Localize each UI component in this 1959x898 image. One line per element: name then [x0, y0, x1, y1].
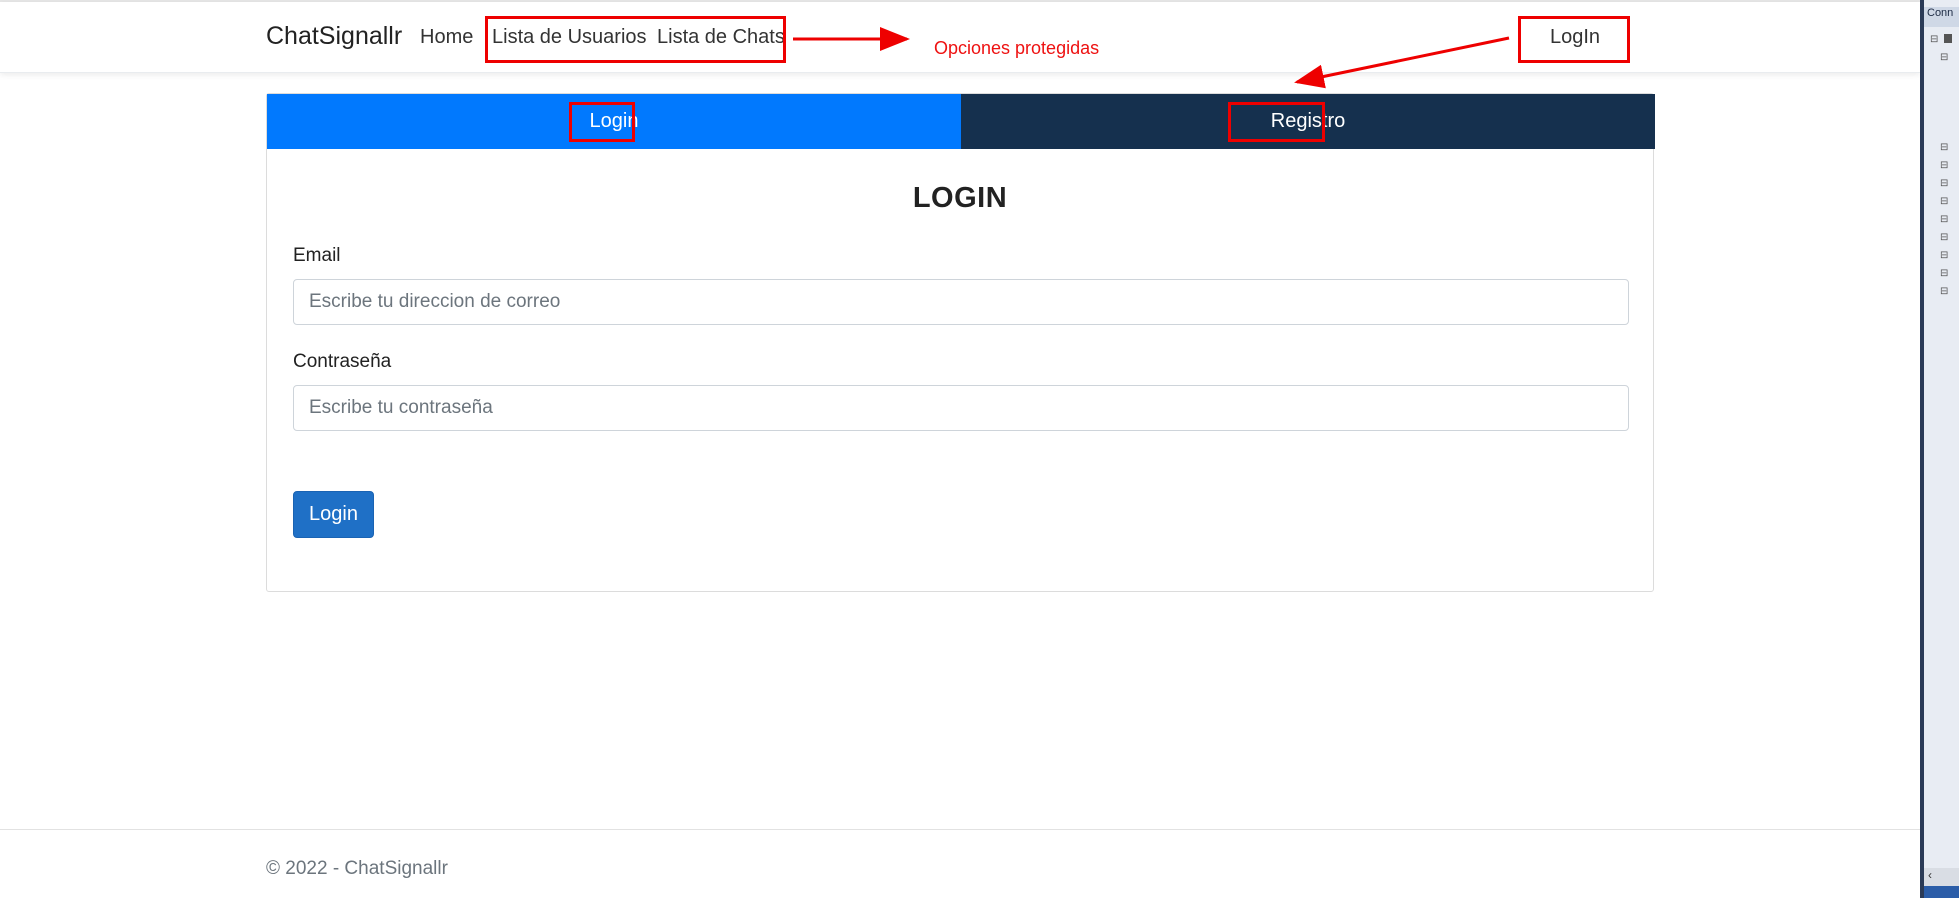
tree-node-icon[interactable]: ⊟: [1940, 214, 1948, 225]
login-submit-button[interactable]: Login: [293, 491, 374, 538]
tree-node-icon[interactable]: ⊟: [1940, 160, 1948, 171]
password-label: Contraseña: [293, 351, 392, 372]
tree-node-icon[interactable]: ⊟: [1940, 196, 1948, 207]
login-card: Login Registro LOGIN Email Contraseña Lo…: [266, 93, 1655, 592]
email-label: Email: [293, 245, 341, 266]
tree-node-icon[interactable]: ⊟: [1940, 250, 1948, 261]
tree-node-icon[interactable]: ⊟: [1940, 286, 1948, 297]
ide-horizontal-scrollbar[interactable]: ‹: [1924, 868, 1959, 886]
tree-node-icon[interactable]: ⊟: [1940, 268, 1948, 279]
ide-status-bar: [1924, 886, 1959, 898]
email-input[interactable]: [293, 279, 1629, 325]
footer-copyright: © 2022 - ChatSignallr: [266, 858, 448, 879]
scroll-left-icon[interactable]: ‹: [1928, 868, 1932, 882]
tree-node-icon[interactable]: ⊟: [1940, 142, 1948, 153]
annotation-box-login-tab: [569, 102, 635, 142]
annotation-box-registro-tab: [1228, 102, 1325, 142]
annotation-arrow-to-registro: [1294, 36, 1510, 89]
tree-collapse-icon[interactable]: ⊟: [1930, 34, 1938, 45]
ide-panel-header: Conn: [1924, 7, 1959, 27]
tree-node-icon[interactable]: ⊟: [1940, 178, 1948, 189]
password-input[interactable]: [293, 385, 1629, 431]
ide-side-panel: Conn ⊟ ⊟ ⊟ ⊟ ⊟ ⊟ ⊟ ⊟ ⊟ ⊟ ⊟ ‹: [1920, 0, 1959, 898]
database-icon: [1944, 34, 1952, 43]
form-title: LOGIN: [912, 182, 1008, 214]
browser-page: ChatSignallr Home Lista de Usuarios List…: [0, 0, 1920, 898]
tree-node-icon[interactable]: ⊟: [1940, 232, 1948, 243]
footer-divider: [0, 829, 1920, 830]
tree-node-icon[interactable]: ⊟: [1940, 52, 1948, 63]
annotation-protected-options: Opciones protegidas: [934, 38, 1100, 58]
